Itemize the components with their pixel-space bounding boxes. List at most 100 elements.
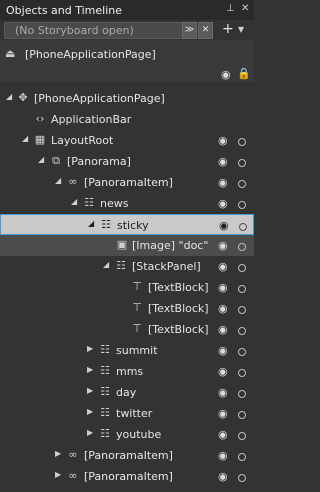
- tree-row-youtube[interactable]: ▶ ☷ youtube ◉: [0, 424, 254, 445]
- tree-row-phoneapplicationpage[interactable]: ◢ ✥ [PhoneApplicationPage]: [0, 88, 254, 109]
- eye-icon[interactable]: ◉: [218, 239, 228, 252]
- storyboard-value: (No Storyboard open): [15, 24, 134, 37]
- collapse-arrow-icon[interactable]: ◢: [38, 155, 44, 164]
- pin-icon[interactable]: ⊥: [226, 3, 235, 14]
- lock-toggle-dot[interactable]: [238, 432, 246, 440]
- tree-row-label: news: [100, 197, 129, 210]
- lock-toggle-dot[interactable]: [238, 285, 246, 293]
- expand-arrow-icon[interactable]: ▶: [87, 344, 93, 353]
- tree-row-textblock[interactable]: ⊤ [TextBlock] ◉: [0, 319, 254, 340]
- collapse-arrow-icon[interactable]: ◢: [22, 134, 28, 143]
- listbox-icon: ☷: [101, 218, 111, 231]
- expand-arrow-icon[interactable]: ▶: [87, 428, 93, 437]
- eye-icon[interactable]: ◉: [219, 219, 229, 232]
- lock-toggle-dot[interactable]: [238, 264, 246, 272]
- listbox-icon: ☷: [100, 406, 110, 419]
- eye-icon[interactable]: ◉: [218, 281, 228, 294]
- panel-title: Objects and Timeline: [6, 4, 123, 17]
- tree-row-panoramaitem[interactable]: ▶ ∞ [PanoramaItem] ◉: [0, 445, 254, 466]
- tree-row-label: [TextBlock]: [148, 323, 209, 336]
- eye-icon[interactable]: ◉: [218, 134, 228, 147]
- lock-toggle-dot[interactable]: [238, 180, 246, 188]
- eye-icon[interactable]: ◉: [218, 407, 228, 420]
- eye-icon[interactable]: ◉: [221, 68, 231, 81]
- expand-arrow-icon[interactable]: ▶: [87, 386, 93, 395]
- lock-toggle-dot[interactable]: [238, 201, 246, 209]
- stackpanel-icon: ☷: [116, 259, 126, 272]
- tree-row-twitter[interactable]: ▶ ☷ twitter ◉: [0, 403, 254, 424]
- lock-toggle-dot[interactable]: [238, 369, 246, 377]
- collapse-arrow-icon[interactable]: ◢: [88, 219, 94, 228]
- tree-row-mms[interactable]: ▶ ☷ mms ◉: [0, 361, 254, 382]
- tree-row-panoramaitem[interactable]: ▶ ∞ [PanoramaItem] ◉: [0, 466, 254, 487]
- tree-row-textblock[interactable]: ⊤ [TextBlock] ◉: [0, 277, 254, 298]
- lock-toggle-dot[interactable]: [238, 327, 246, 335]
- lock-toggle-dot[interactable]: [238, 411, 246, 419]
- link-icon: ∞: [68, 448, 78, 461]
- tree-row-image-doc[interactable]: ▣ [Image] "doc" ◉: [0, 235, 254, 256]
- scope-up-icon[interactable]: ⏏: [5, 47, 15, 60]
- tree-row-label: summit: [116, 344, 158, 357]
- eye-icon[interactable]: ◉: [218, 260, 228, 273]
- tree-row-label: [PanoramaItem]: [84, 470, 173, 483]
- listbox-icon: ☷: [100, 427, 110, 440]
- code-icon: ‹›: [35, 112, 45, 125]
- tree-row-label: ApplicationBar: [51, 113, 132, 126]
- eye-icon[interactable]: ◉: [218, 197, 228, 210]
- tree-row-label: [Image] "doc": [132, 239, 209, 252]
- tree-row-panorama[interactable]: ◢ ⧉ [Panorama] ◉: [0, 151, 254, 172]
- tree-row-label: [StackPanel]: [132, 260, 201, 273]
- tree-row-layoutroot[interactable]: ◢ ▦ LayoutRoot ◉: [0, 130, 254, 151]
- eye-icon[interactable]: ◉: [218, 155, 228, 168]
- eye-icon[interactable]: ◉: [218, 386, 228, 399]
- expand-arrow-icon[interactable]: ▶: [55, 470, 61, 479]
- listbox-icon: ☷: [84, 196, 94, 209]
- lock-toggle-dot[interactable]: [238, 348, 246, 356]
- expand-arrow-icon[interactable]: ▶: [55, 449, 61, 458]
- add-storyboard-button[interactable]: +: [222, 21, 234, 37]
- eye-icon[interactable]: ◉: [218, 449, 228, 462]
- lock-toggle-dot[interactable]: [238, 138, 246, 146]
- page-header: ⏏ [PhoneApplicationPage] ◉ 🔒: [0, 40, 254, 82]
- eye-icon[interactable]: ◉: [218, 176, 228, 189]
- tree-row-summit[interactable]: ▶ ☷ summit ◉: [0, 340, 254, 361]
- eye-icon[interactable]: ◉: [218, 470, 228, 483]
- panorama-icon: ⧉: [52, 154, 60, 167]
- textblock-icon: ⊤: [132, 301, 142, 314]
- tree-row-textblock[interactable]: ⊤ [TextBlock] ◉: [0, 298, 254, 319]
- eye-icon[interactable]: ◉: [218, 323, 228, 336]
- tree-row-applicationbar[interactable]: ‹› ApplicationBar: [0, 109, 254, 130]
- lock-toggle-dot[interactable]: [238, 243, 246, 251]
- lock-toggle-dot[interactable]: [238, 453, 246, 461]
- lock-toggle-dot[interactable]: [238, 390, 246, 398]
- lock-toggle-dot[interactable]: [239, 223, 247, 231]
- lock-toggle-dot[interactable]: [238, 306, 246, 314]
- close-icon: ✕: [201, 25, 210, 35]
- collapse-arrow-icon[interactable]: ◢: [55, 176, 61, 185]
- tree-row-sticky[interactable]: ◢ ☷ sticky ◉: [0, 214, 254, 235]
- eye-icon[interactable]: ◉: [218, 428, 228, 441]
- tree-row-stackpanel[interactable]: ◢ ☷ [StackPanel] ◉: [0, 256, 254, 277]
- storyboard-dropdown-button[interactable]: ≫: [182, 22, 197, 39]
- tree-row-label: day: [116, 386, 137, 399]
- lock-toggle-dot[interactable]: [238, 474, 246, 482]
- storyboard-menu-icon[interactable]: ▼: [238, 25, 244, 34]
- collapse-arrow-icon[interactable]: ◢: [6, 92, 12, 101]
- eye-icon[interactable]: ◉: [218, 302, 228, 315]
- collapse-arrow-icon[interactable]: ◢: [103, 260, 109, 269]
- tree-row-panoramaitem[interactable]: ◢ ∞ [PanoramaItem] ◉: [0, 172, 254, 193]
- storyboard-combo[interactable]: (No Storyboard open): [4, 22, 197, 39]
- eye-icon[interactable]: ◉: [218, 344, 228, 357]
- expand-arrow-icon[interactable]: ▶: [87, 407, 93, 416]
- textblock-icon: ⊤: [132, 280, 142, 293]
- close-icon[interactable]: ✕: [241, 3, 249, 14]
- panel-title-bar: Objects and Timeline ⊥ ✕: [0, 0, 254, 20]
- lock-toggle-dot[interactable]: [238, 159, 246, 167]
- expand-arrow-icon[interactable]: ▶: [87, 365, 93, 374]
- storyboard-close-button[interactable]: ✕: [198, 22, 213, 39]
- tree-row-day[interactable]: ▶ ☷ day ◉: [0, 382, 254, 403]
- lock-icon[interactable]: 🔒: [237, 67, 251, 80]
- eye-icon[interactable]: ◉: [218, 365, 228, 378]
- collapse-arrow-icon[interactable]: ◢: [71, 197, 77, 206]
- tree-row-news[interactable]: ◢ ☷ news ◉: [0, 193, 254, 214]
